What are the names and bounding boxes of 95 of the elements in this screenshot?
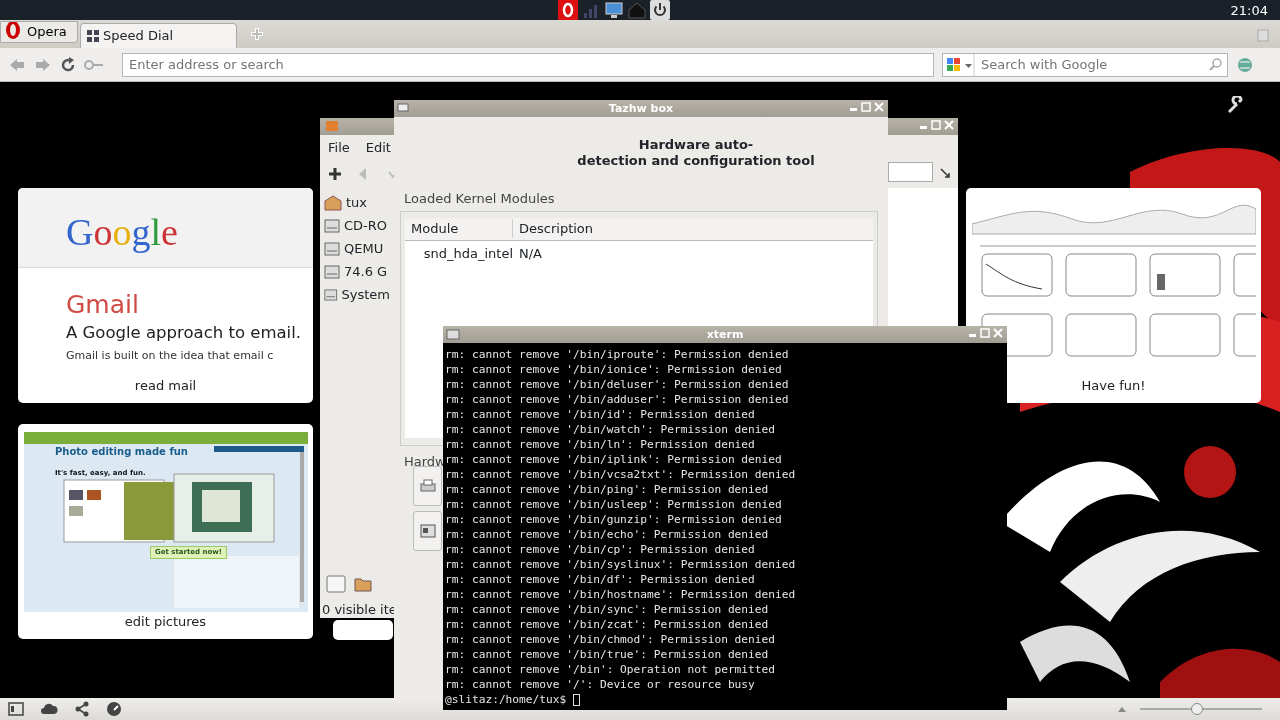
printer-icon [420, 479, 436, 493]
printer-button[interactable] [413, 466, 442, 506]
place-item[interactable]: QEMU [320, 237, 394, 260]
key-icon[interactable] [84, 58, 104, 71]
terminal-line: rm: cannot remove '/bin/gunzip': Permission denied [445, 512, 782, 527]
terminal-line: rm: cannot remove '/bin/ln': Permission denied [445, 437, 755, 452]
terminal-line: rm: cannot remove '/bin/adduser': Permission denied [445, 392, 789, 407]
drive-icon [324, 263, 340, 280]
card-button[interactable] [413, 511, 442, 551]
terminal-line: rm: cannot remove '/bin/vcsa2txt': Permission denied [445, 467, 796, 482]
terminal-line: rm: cannot remove '/bin/deluser': Permission denied [445, 377, 789, 392]
terminal-line: rm: cannot remove '/bin/sync': Permission denied [445, 602, 769, 617]
go-icon[interactable] [940, 168, 950, 178]
close-icon[interactable] [874, 101, 884, 113]
monitor-icon[interactable] [604, 1, 624, 19]
cloud-icon[interactable] [40, 701, 58, 717]
group-label: Loaded Kernel Modules [404, 190, 555, 208]
text-cursor [573, 693, 580, 706]
terminal-line: rm: cannot remove '/bin/watch': Permission denied [445, 422, 776, 437]
terminal-line: rm: cannot remove '/bin/df': Permission denied [445, 572, 755, 587]
menu-button[interactable]: Opera [0, 21, 78, 43]
terminal-line: rm: cannot remove '/bin/hostname': Permission denied [445, 587, 796, 602]
up-arrow-icon[interactable] [1117, 705, 1127, 713]
terminal-line: rm: cannot remove '/': Device or resource busy [445, 677, 755, 692]
terminal-line: rm: cannot remove '/bin': Operation not permitted [445, 662, 776, 677]
tagline: A Google approach to email. [66, 322, 301, 344]
terminal-line: rm: cannot remove '/bin/ping': Permission denied [445, 482, 769, 497]
maximize-icon[interactable] [931, 119, 941, 131]
terminal-line: rm: cannot remove '/bin/ionice': Permission denied [445, 362, 782, 377]
browser-logo-icon [3, 22, 23, 42]
window-icon [446, 329, 460, 340]
terminal-line: rm: cannot remove '/bin/iplink': Permission denied [445, 452, 782, 467]
trash-icon[interactable] [1256, 28, 1270, 42]
gauge-icon[interactable] [106, 701, 122, 717]
forward-icon[interactable] [34, 56, 52, 73]
power-icon[interactable] [650, 0, 670, 20]
close-icon[interactable] [944, 119, 954, 131]
title-bar: xterm [443, 326, 1007, 343]
table-cell-text: snd_hda_intel [422, 244, 514, 263]
menu-item[interactable]: Edit [365, 138, 391, 158]
panel-icon[interactable] [326, 575, 346, 593]
terminal-line: rm: cannot remove '/bin/true': Permission denied [445, 647, 769, 662]
drive-icon [324, 286, 338, 303]
terminal-line: rm: cannot remove '/bin/echo': Permission denied [445, 527, 769, 542]
reload-icon[interactable] [60, 56, 76, 73]
window-icon[interactable] [8, 701, 24, 717]
heading-text: detection and configuration tool [576, 153, 816, 169]
heading-text: Hardware auto- [637, 137, 755, 153]
menu-item[interactable]: File [328, 138, 350, 158]
tile-caption: read mail [133, 376, 198, 395]
address-field[interactable]: Enter address or search [122, 52, 934, 77]
place-item[interactable]: System [320, 283, 394, 306]
speed-dial-tile[interactable] [333, 620, 393, 640]
section-label: Hardw [404, 452, 446, 471]
add-icon[interactable] [328, 166, 342, 181]
shell-prompt: @slitaz:/home/tux$ [445, 692, 568, 707]
column-header[interactable]: Module [405, 218, 513, 239]
maximize-icon[interactable] [861, 101, 871, 113]
app-icon [397, 103, 409, 114]
search-box[interactable]: Search with Google [942, 52, 1228, 77]
browser-icon[interactable] [558, 0, 578, 20]
drive-icon [324, 240, 340, 257]
tile-caption: edit pictures [123, 612, 208, 631]
terminal-line: rm: cannot remove '/bin/syslinux': Permission denied [445, 557, 796, 572]
card-icon [420, 524, 436, 538]
path-field[interactable] [888, 162, 933, 182]
place-item[interactable]: CD-RO [320, 214, 394, 237]
headline: Photo editing made fun [55, 445, 188, 459]
title-bar: Tazhw box [394, 100, 888, 117]
terminal-line: rm: cannot remove '/bin/iproute': Permission denied [445, 347, 789, 362]
table-cell-text: N/A [519, 244, 543, 263]
folder-icon [326, 121, 338, 131]
grid-icon [87, 30, 99, 42]
column-header[interactable]: Description [513, 218, 873, 239]
place-item[interactable]: tux [320, 191, 394, 214]
terminal-line: rm: cannot remove '/bin/chmod': Permission denied [445, 632, 776, 647]
terminal-line: rm: cannot remove '/bin/id': Permission denied [445, 407, 755, 422]
body-text: Gmail is built on the idea that email c [66, 348, 274, 364]
tab[interactable]: Speed Dial [80, 23, 237, 48]
new-tab-icon[interactable] [249, 26, 265, 42]
share-icon[interactable] [74, 701, 90, 717]
terminal-line: rm: cannot remove '/bin/usleep': Permission denied [445, 497, 782, 512]
page-title: Gmail [66, 289, 139, 321]
home-folder-icon [324, 194, 342, 211]
drive-icon [324, 217, 340, 234]
terminal-line: rm: cannot remove '/bin/cp': Permission denied [445, 542, 755, 557]
extension-icon[interactable] [1236, 55, 1254, 74]
folder-icon[interactable] [354, 575, 372, 593]
back-icon[interactable] [8, 56, 26, 73]
google-logo: Google [66, 210, 178, 255]
place-item[interactable]: 74.6 G [320, 260, 394, 283]
speed-dial-tile[interactable]: Google Gmail A Google approach to email. Gmail is built on the idea that email c read mail [18, 188, 313, 403]
terminal-line: rm: cannot remove '/bin/zcat': Permission denied [445, 617, 769, 632]
slider-thumb[interactable] [1191, 703, 1204, 715]
clock: 21:04 [1230, 2, 1268, 20]
